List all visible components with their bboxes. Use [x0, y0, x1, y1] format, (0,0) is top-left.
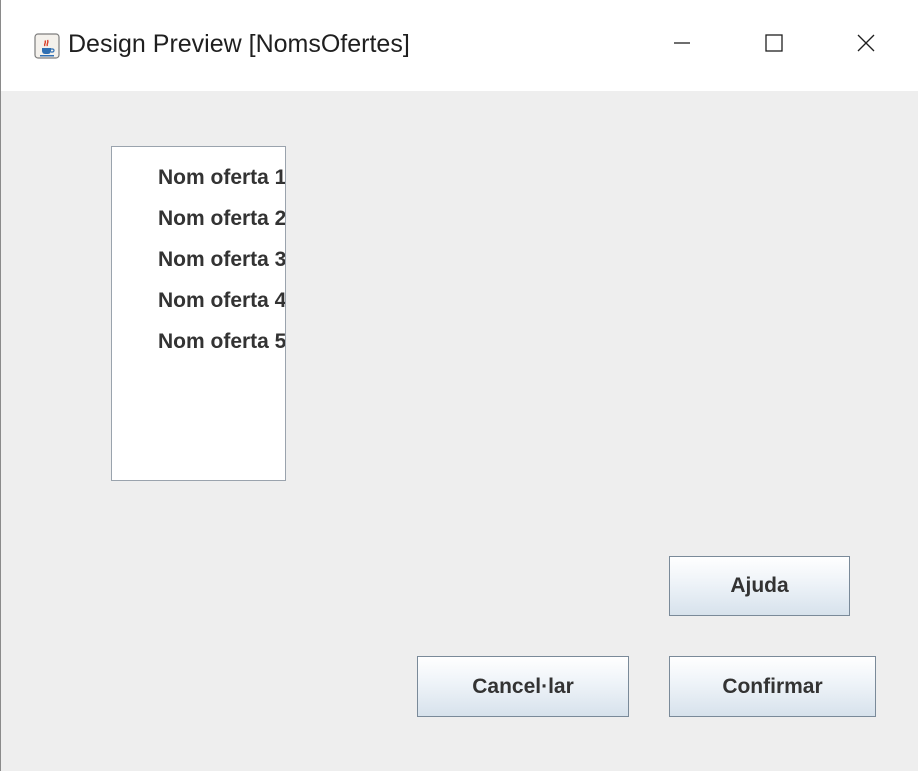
maximize-icon: [763, 32, 785, 59]
content-panel: Nom oferta 1 Nom oferta 2 Nom oferta 3 N…: [1, 91, 918, 771]
minimize-icon: [671, 32, 693, 59]
confirm-button[interactable]: Confirmar: [669, 656, 876, 717]
minimize-button[interactable]: [636, 0, 728, 91]
maximize-button[interactable]: [728, 0, 820, 91]
java-cup-icon: [34, 33, 60, 59]
help-button[interactable]: Ajuda: [669, 556, 850, 616]
close-button[interactable]: [820, 0, 912, 91]
list-item[interactable]: Nom oferta 1: [152, 157, 285, 198]
list-item[interactable]: Nom oferta 3: [152, 239, 285, 280]
cancel-button[interactable]: Cancel·lar: [417, 656, 629, 717]
close-icon: [855, 32, 877, 59]
app-window: Design Preview [NomsOfertes] Nom oferta …: [0, 0, 918, 771]
offer-list[interactable]: Nom oferta 1 Nom oferta 2 Nom oferta 3 N…: [111, 146, 286, 481]
title-bar[interactable]: Design Preview [NomsOfertes]: [1, 0, 918, 91]
list-item[interactable]: Nom oferta 5: [152, 321, 285, 362]
list-item[interactable]: Nom oferta 4: [152, 280, 285, 321]
list-item[interactable]: Nom oferta 2: [152, 198, 285, 239]
window-title: Design Preview [NomsOfertes]: [68, 30, 410, 58]
